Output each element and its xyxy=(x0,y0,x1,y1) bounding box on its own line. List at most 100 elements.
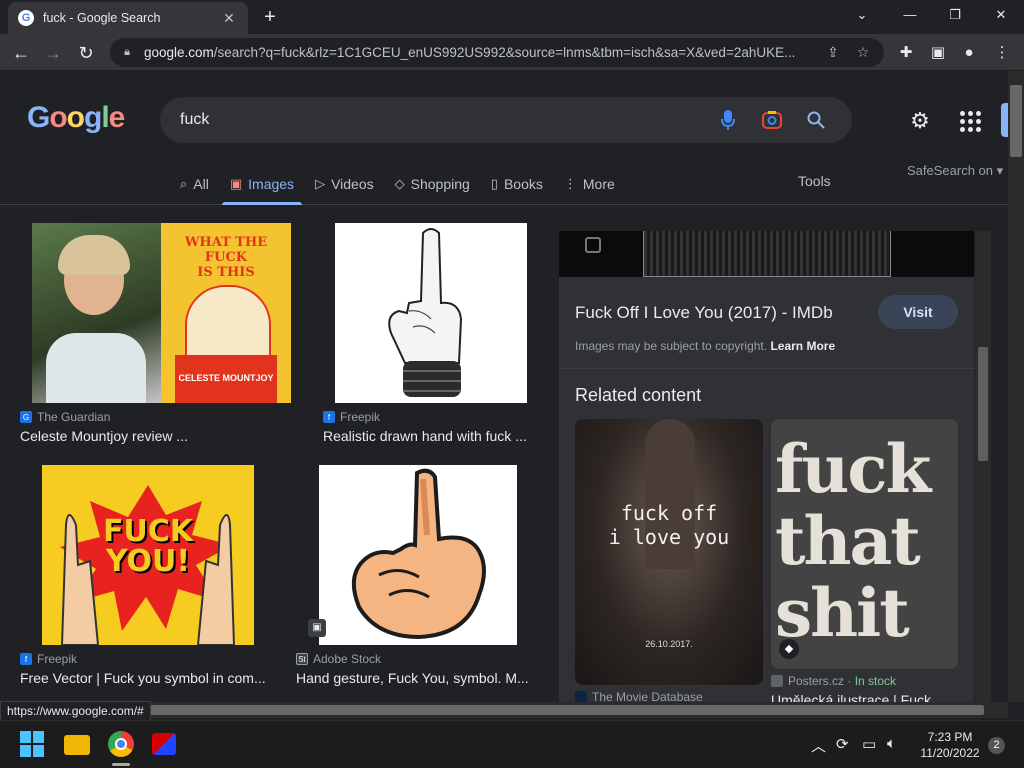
result-thumbnail[interactable]: FUCK YOU! xyxy=(42,465,254,645)
google-favicon-icon: G xyxy=(18,10,34,26)
chrome-icon[interactable] xyxy=(108,731,134,757)
volume-icon[interactable]: 🔈︎ xyxy=(887,735,896,752)
close-window-icon[interactable]: ✕ xyxy=(981,4,1021,26)
result-title[interactable]: Celeste Mountjoy review ... xyxy=(20,428,280,444)
hand-gesture-illustration xyxy=(351,468,486,640)
comic-text: FUCK YOU! xyxy=(102,514,194,579)
result-source[interactable]: f Freepik xyxy=(323,410,380,424)
tab-search-icon[interactable]: ⌄ xyxy=(842,4,882,26)
account-button[interactable] xyxy=(1001,103,1008,137)
related-source[interactable]: The Movie Database xyxy=(575,690,703,702)
status-bar-url: https://www.google.com/# xyxy=(0,701,151,721)
image-icon: ▣ xyxy=(229,176,243,191)
learn-more-link[interactable]: Learn More xyxy=(770,339,835,353)
extensions-icon[interactable]: ✚ xyxy=(895,42,917,64)
book-cover-thumbnail[interactable]: WHAT THE FUCK IS THIS CELESTE MOUNTJOY xyxy=(161,223,291,403)
horizontal-scrollbar[interactable] xyxy=(0,702,1008,718)
tab-more[interactable]: ⋮ More xyxy=(556,167,623,201)
address-bar[interactable]: 🔒︎ google.com/search?q=fuck&rlz=1C1GCEU_… xyxy=(110,38,884,67)
related-source[interactable]: Posters.cz · In stock xyxy=(771,674,896,688)
system-clock[interactable]: 7:23 PM 11/20/2022 xyxy=(920,729,980,761)
notification-badge[interactable]: 2 xyxy=(988,737,1005,754)
posters-favicon-icon xyxy=(771,675,783,687)
visit-button[interactable]: Visit xyxy=(878,295,958,329)
close-tab-icon[interactable]: ✕ xyxy=(220,10,238,27)
drawn-hand-illustration xyxy=(388,228,463,397)
sync-icon[interactable]: ⟳ xyxy=(836,735,849,753)
bookmark-star-icon[interactable]: ☆ xyxy=(852,44,874,61)
tools-button[interactable]: Tools xyxy=(798,173,831,189)
restore-icon[interactable]: ❐ xyxy=(935,4,975,26)
share-icon[interactable]: ⇪ xyxy=(822,44,844,61)
result-source[interactable]: f Freepik xyxy=(20,652,77,666)
side-panel-icon[interactable]: ▣ xyxy=(927,42,949,64)
book-author-text: CELESTE MOUNTJOY xyxy=(178,373,274,383)
back-icon[interactable]: ← xyxy=(8,40,34,66)
new-tab-icon[interactable]: + xyxy=(258,6,282,28)
browser-toolbar: ← → ↻ 🔒︎ google.com/search?q=fuck&rlz=1C… xyxy=(0,34,1024,71)
settings-gear-icon[interactable]: ⚙ xyxy=(906,107,934,135)
lens-search-icon[interactable] xyxy=(585,237,601,253)
google-logo[interactable]: Google xyxy=(27,101,125,135)
minimize-icon[interactable]: — xyxy=(890,4,930,26)
freepik-favicon-icon: f xyxy=(323,411,335,423)
related-item-movie-poster[interactable]: fuck off i love you 26.10.2017. xyxy=(575,419,763,685)
panel-scrollbar[interactable] xyxy=(975,231,991,702)
file-explorer-icon[interactable] xyxy=(64,735,90,755)
related-title[interactable]: Umělecká ilustrace | Fuck xyxy=(771,692,961,702)
panel-divider xyxy=(559,368,974,369)
google-lens-icon[interactable] xyxy=(756,104,788,136)
result-thumbnail[interactable] xyxy=(319,465,517,645)
windows-start-icon[interactable] xyxy=(20,731,46,757)
tab-all[interactable]: ⌕ All xyxy=(172,167,217,201)
forward-icon[interactable]: → xyxy=(40,40,66,66)
panel-scrollbar-thumb[interactable] xyxy=(978,347,988,461)
chevron-up-icon[interactable]: ︿ xyxy=(811,735,826,756)
result-title[interactable]: Free Vector | Fuck you symbol in com... xyxy=(20,670,272,686)
portrait-top xyxy=(46,333,146,403)
result-source[interactable]: G The Guardian xyxy=(20,410,110,424)
copyright-notice: Images may be subject to copyright. Lear… xyxy=(575,339,836,353)
network-icon[interactable]: ▭ xyxy=(862,735,876,753)
tmdb-favicon-icon xyxy=(575,691,587,702)
search-icon[interactable] xyxy=(800,104,832,136)
reload-icon[interactable]: ↻ xyxy=(73,40,99,66)
chrome-running-indicator xyxy=(112,763,130,766)
tab-books[interactable]: ▯ Books xyxy=(483,167,551,201)
related-content-heading: Related content xyxy=(575,385,702,405)
poster-date: 26.10.2017. xyxy=(645,639,693,649)
preview-image[interactable] xyxy=(559,231,974,277)
book-icon: ▯ xyxy=(490,176,498,191)
tab-images[interactable]: ▣ Images xyxy=(221,167,303,205)
stock-status: In stock xyxy=(854,674,897,688)
browser-tab[interactable]: G fuck - Google Search ✕ xyxy=(8,2,248,34)
safesearch-toggle[interactable]: SafeSearch on ▾ xyxy=(907,163,1003,179)
page-scrollbar-thumb[interactable] xyxy=(1010,85,1022,157)
related-item-art-print[interactable]: fuck that shit ◆ xyxy=(771,419,958,669)
adobe-stock-favicon-icon: St xyxy=(296,653,308,665)
tab-videos[interactable]: ▷ Videos xyxy=(307,167,382,201)
page-scrollbar[interactable] xyxy=(1008,71,1024,702)
result-thumbnail[interactable] xyxy=(32,223,161,403)
search-header: Google fuck ⚙ ⌕ All ▣ Images ▷ Videos ◇ Shop… xyxy=(0,71,1008,205)
url-text[interactable]: google.com/search?q=fuck&rlz=1C1GCEU_enU… xyxy=(144,45,814,60)
google-apps-icon[interactable] xyxy=(958,109,982,133)
horizontal-scrollbar-thumb[interactable] xyxy=(150,705,984,715)
shopping-tag-icon[interactable]: ◆ xyxy=(779,639,799,659)
lock-icon[interactable]: 🔒︎ xyxy=(120,46,134,60)
profile-icon[interactable]: ● xyxy=(958,42,980,64)
source-favicon-icon: G xyxy=(20,411,32,423)
search-box[interactable]: fuck xyxy=(160,97,852,143)
result-source[interactable]: St Adobe Stock xyxy=(296,652,381,666)
tab-shopping[interactable]: ◇ Shopping xyxy=(387,167,478,201)
result-title[interactable]: Realistic drawn hand with fuck ... xyxy=(323,428,533,444)
image-badge-icon[interactable]: ▣ xyxy=(308,619,326,637)
microphone-icon[interactable] xyxy=(712,104,744,136)
result-title[interactable]: Hand gesture, Fuck You, symbol. M... xyxy=(296,670,532,686)
search-input[interactable]: fuck xyxy=(180,111,700,129)
result-thumbnail[interactable] xyxy=(335,223,527,403)
search-icon: ⌕ xyxy=(180,176,188,191)
menu-kebab-icon[interactable]: ⋮ xyxy=(991,42,1013,64)
app-icon[interactable] xyxy=(152,733,176,755)
preview-title[interactable]: Fuck Off I Love You (2017) - IMDb xyxy=(575,303,833,323)
